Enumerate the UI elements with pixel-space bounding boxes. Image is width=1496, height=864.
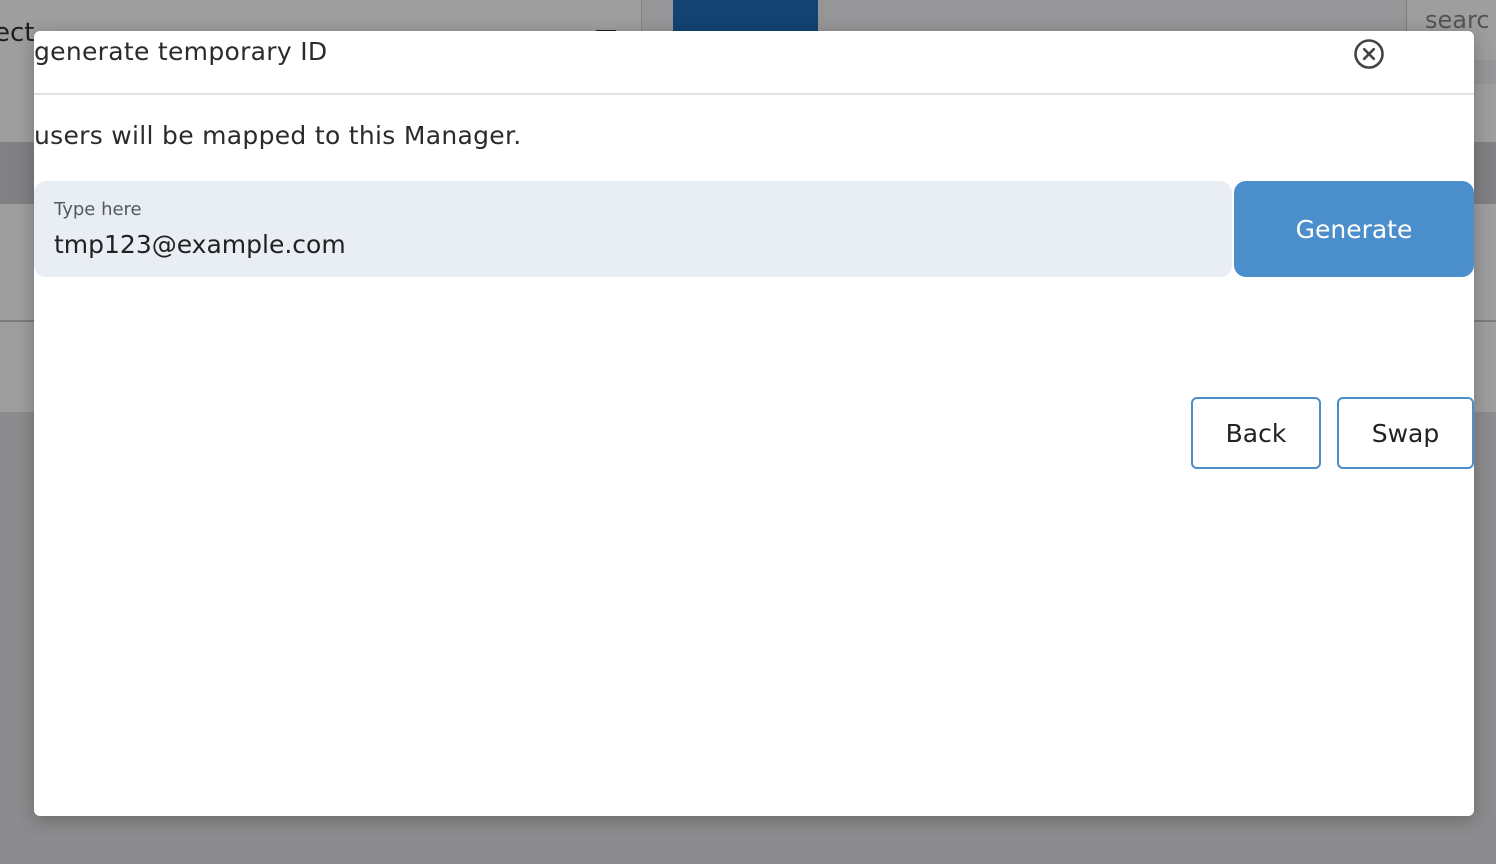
close-button[interactable] bbox=[1352, 37, 1386, 71]
close-circle-icon bbox=[1354, 39, 1384, 69]
dialog-title: generate temporary ID bbox=[34, 37, 328, 66]
generate-temporary-id-dialog: generate temporary ID users will be mapp… bbox=[34, 31, 1474, 816]
back-button[interactable]: Back bbox=[1191, 397, 1321, 469]
email-field-label: Type here bbox=[54, 199, 142, 220]
swap-button[interactable]: Swap bbox=[1337, 397, 1474, 469]
generate-button[interactable]: Generate bbox=[1234, 181, 1474, 277]
dialog-description: users will be mapped to this Manager. bbox=[34, 121, 522, 150]
dialog-header: generate temporary ID bbox=[34, 31, 1474, 95]
email-field-container[interactable]: Type here bbox=[34, 181, 1232, 277]
email-field[interactable] bbox=[52, 227, 1216, 261]
